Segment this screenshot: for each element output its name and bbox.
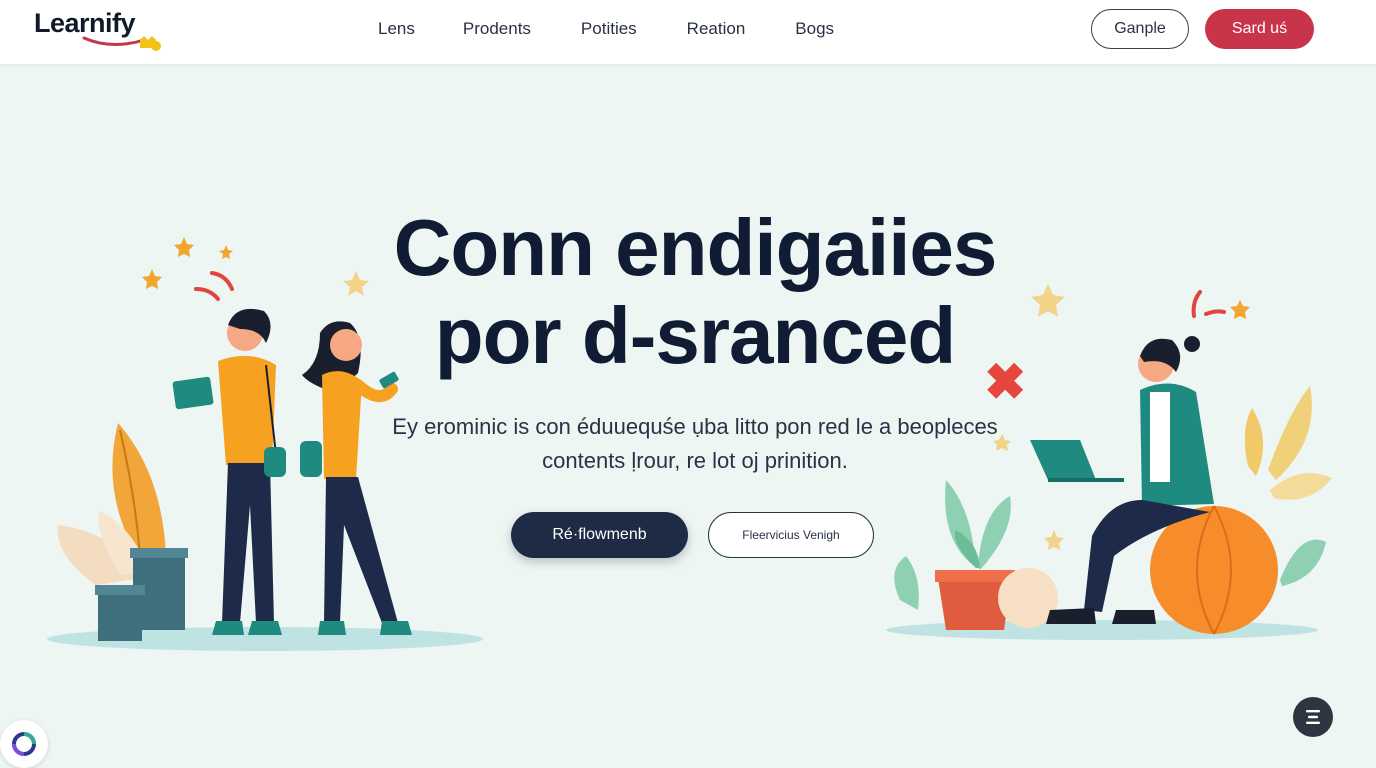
nav-link-potities[interactable]: Potities: [581, 19, 637, 39]
menu-lines-icon: [1306, 710, 1320, 724]
top-navbar: Learnify Lens Prodents Potities Reation …: [0, 0, 1376, 65]
brand-logo[interactable]: Learnify: [32, 4, 172, 56]
corner-widget-button[interactable]: [0, 720, 48, 768]
login-button[interactable]: Ganple: [1091, 9, 1189, 49]
nav-link-reation[interactable]: Reation: [687, 19, 746, 39]
nav-link-lens[interactable]: Lens: [378, 19, 415, 39]
logo-swoosh-icon: [82, 36, 161, 51]
secondary-cta-button[interactable]: Fleervicius Venigh: [708, 512, 874, 558]
hero-title-line1: Conn endigaiies: [393, 203, 998, 292]
chat-menu-button[interactable]: [1293, 697, 1333, 737]
signup-button[interactable]: Sard uś: [1205, 9, 1314, 49]
circle-logo-icon: [12, 732, 36, 756]
nav-link-bogs[interactable]: Bogs: [795, 19, 834, 39]
hero-title-line2: por d-sranced: [434, 291, 956, 380]
main-nav: Lens Prodents Potities Reation Bogs: [378, 0, 884, 58]
primary-cta-button[interactable]: Ré·flowmenb: [511, 512, 688, 558]
nav-link-prodents[interactable]: Prodents: [463, 19, 531, 39]
right-hero-illustration: [886, 284, 1332, 640]
